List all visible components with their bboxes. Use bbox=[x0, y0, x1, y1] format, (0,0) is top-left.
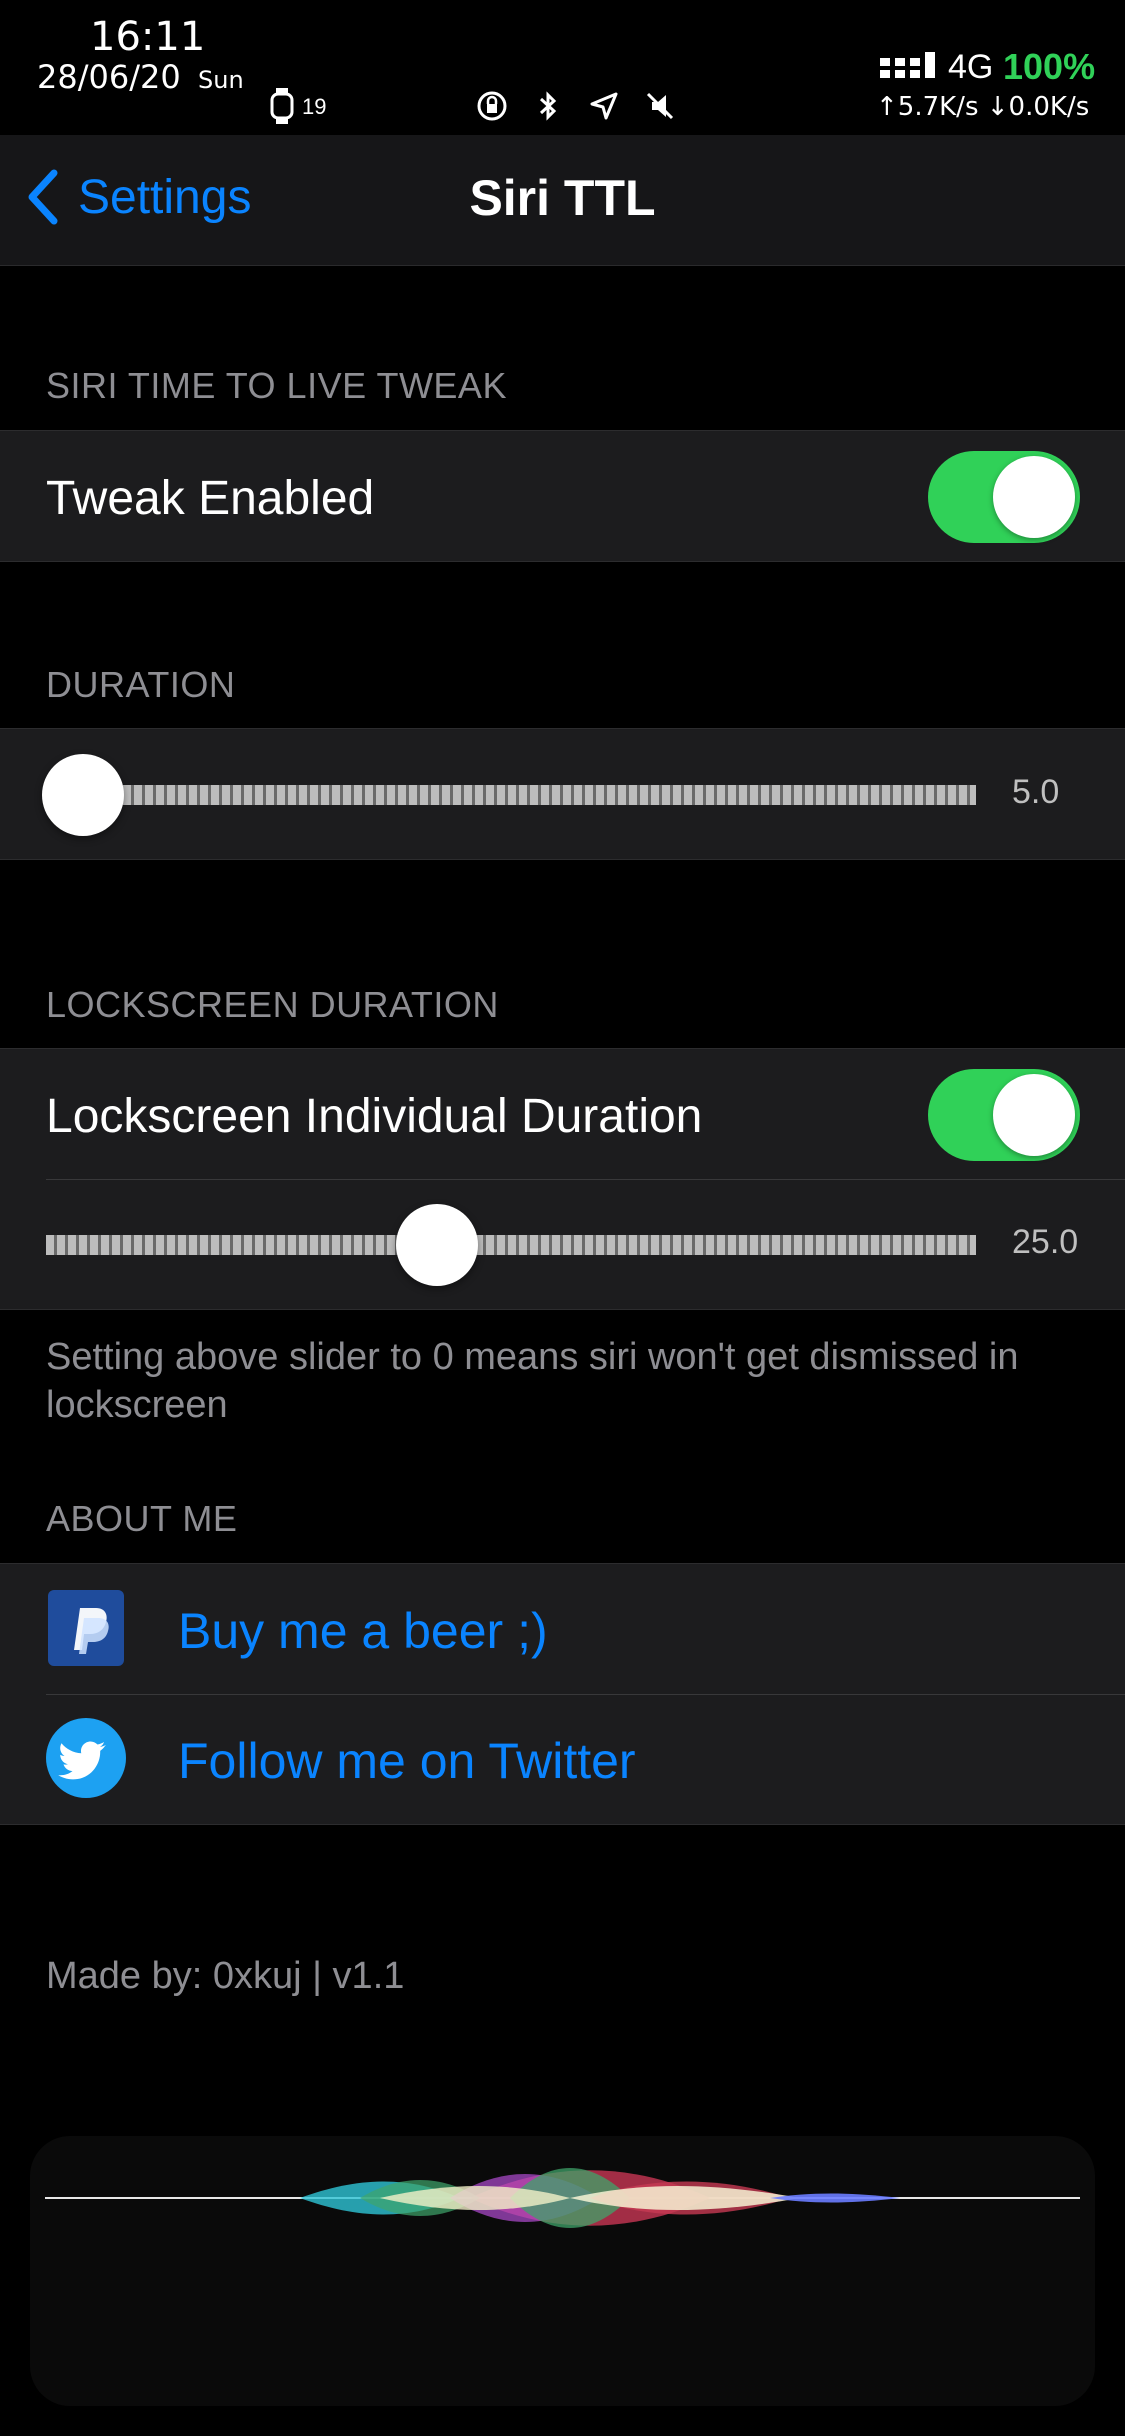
status-day: Sun bbox=[198, 66, 244, 94]
watch-battery: 19 bbox=[302, 94, 327, 119]
battery-percent: 100% bbox=[1003, 46, 1096, 87]
lockscreen-footer-note: Setting above slider to 0 means siri won… bbox=[46, 1336, 1019, 1426]
tweak-enabled-cell: Tweak Enabled bbox=[0, 431, 1125, 561]
lockscreen-value: 25.0 bbox=[1012, 1223, 1079, 1261]
network-speed: ↑5.7K/s ↓0.0K/s bbox=[876, 92, 1090, 122]
siri-panel bbox=[30, 2136, 1095, 2406]
navigation-bar: Settings Siri TTL bbox=[0, 135, 1125, 266]
lockscreen-slider-thumb[interactable] bbox=[395, 1204, 478, 1286]
page-title: Siri TTL bbox=[469, 170, 656, 226]
buy-beer-link[interactable]: Buy me a beer ;) bbox=[0, 1564, 1125, 1694]
group-about: Buy me a beer ;) Follow me on Twitter bbox=[0, 1563, 1125, 1825]
status-date: 28/06/20 bbox=[37, 58, 181, 96]
orientation-lock-icon bbox=[477, 91, 507, 121]
toggle-knob bbox=[993, 1074, 1075, 1156]
status-bar: 16:11 28/06/20 Sun 19 4G 100% ↑5.7K/s ↓0… bbox=[0, 0, 1125, 135]
group-lockscreen: Lockscreen Individual Duration 25.0 bbox=[0, 1048, 1125, 1310]
lockscreen-slider-cell: 25.0 bbox=[0, 1179, 1125, 1309]
section-header-about: ABOUT ME bbox=[46, 1498, 238, 1539]
follow-twitter-link[interactable]: Follow me on Twitter bbox=[0, 1694, 1125, 1824]
watch-icon bbox=[270, 88, 294, 124]
section-header-duration: DURATION bbox=[46, 664, 236, 705]
tweak-enabled-label: Tweak Enabled bbox=[46, 472, 375, 525]
status-icons bbox=[474, 88, 678, 124]
network-type: 4G bbox=[948, 48, 994, 86]
section-header-tweak: SIRI TIME TO LIVE TWEAK bbox=[46, 365, 507, 406]
lockscreen-slider-track[interactable] bbox=[46, 1235, 976, 1255]
group-duration: 5.0 bbox=[0, 728, 1125, 860]
paypal-icon bbox=[48, 1590, 124, 1666]
follow-twitter-label: Follow me on Twitter bbox=[178, 1733, 636, 1789]
duration-slider-thumb[interactable] bbox=[42, 754, 125, 836]
section-header-lockscreen: LOCKSCREEN DURATION bbox=[46, 984, 499, 1025]
buy-beer-label: Buy me a beer ;) bbox=[178, 1603, 548, 1659]
bluetooth-icon bbox=[539, 91, 557, 121]
duration-slider-cell: 5.0 bbox=[0, 729, 1125, 859]
twitter-icon bbox=[46, 1718, 126, 1798]
lockscreen-toggle-cell: Lockscreen Individual Duration bbox=[0, 1049, 1125, 1179]
status-time: 16:11 bbox=[90, 14, 206, 60]
duration-value: 5.0 bbox=[1012, 773, 1060, 811]
group-tweak: Tweak Enabled bbox=[0, 430, 1125, 562]
duration-slider-track[interactable] bbox=[46, 785, 976, 805]
mute-icon bbox=[646, 92, 674, 120]
siri-waveform-icon bbox=[45, 2168, 1080, 2228]
tweak-enabled-toggle[interactable] bbox=[928, 451, 1080, 543]
toggle-knob bbox=[993, 456, 1075, 538]
lockscreen-duration-toggle[interactable] bbox=[928, 1069, 1080, 1161]
lockscreen-toggle-label: Lockscreen Individual Duration bbox=[46, 1090, 703, 1143]
made-by-text: Made by: 0xkuj | v1.1 bbox=[46, 1955, 405, 1997]
location-icon bbox=[590, 92, 618, 120]
cellular-signal-icon bbox=[880, 52, 935, 78]
